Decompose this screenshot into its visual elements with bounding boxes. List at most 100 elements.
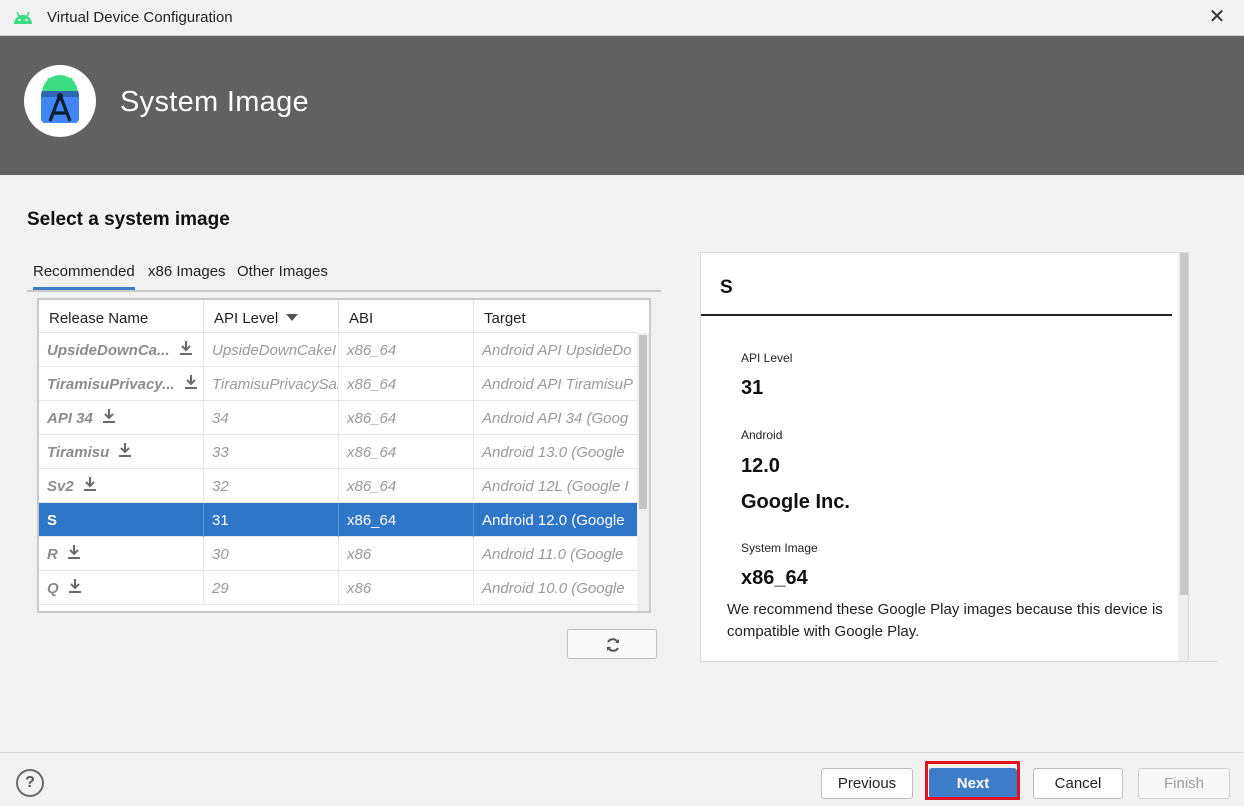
- recommendation-text: We recommend these Google Play images be…: [727, 601, 1163, 640]
- abi-cell: x86: [339, 537, 474, 571]
- table-row[interactable]: Sv2 32 x86_64 Android 12L (Google I: [39, 469, 637, 503]
- image-details-panel: S API Level 31 Android 12.0 Google Inc. …: [700, 252, 1189, 662]
- release-name-cell: Q: [39, 571, 204, 605]
- target-cell: Android API UpsideDo: [482, 342, 632, 359]
- android-icon: [14, 11, 32, 24]
- cancel-button[interactable]: Cancel: [1033, 768, 1123, 799]
- abi-cell: x86_64: [339, 333, 474, 367]
- finish-button[interactable]: Finish: [1138, 768, 1230, 799]
- table-row[interactable]: Q 29 x86 Android 10.0 (Google: [39, 571, 637, 605]
- release-name: Sv2: [47, 478, 74, 495]
- system-image-value: x86_64: [741, 567, 808, 589]
- api-level-cell: 29: [204, 571, 339, 605]
- release-name: API 34: [47, 410, 93, 427]
- tab-other-images[interactable]: Other Images: [237, 263, 328, 280]
- help-icon[interactable]: ?: [16, 769, 44, 797]
- close-icon[interactable]: ✕: [1204, 5, 1230, 31]
- release-name-cell: UpsideDownCa...: [39, 333, 204, 367]
- table-row[interactable]: API 34 34 x86_64 Android API 34 (Goog: [39, 401, 637, 435]
- target-cell: Android API 34 (Goog: [482, 410, 629, 427]
- abi-cell: x86_64: [339, 503, 474, 537]
- android-version-value: 12.0: [741, 455, 780, 477]
- header-banner: System Image: [0, 36, 1244, 175]
- system-image-label: System Image: [741, 541, 818, 555]
- column-api-level-label: API Level: [214, 310, 279, 327]
- details-bottom-divider: [727, 661, 1217, 662]
- release-name: Tiramisu: [47, 444, 110, 461]
- api-level-cell: 33: [204, 435, 339, 469]
- column-release-name-label: Release Name: [49, 310, 149, 327]
- api-level-value: 31: [741, 377, 764, 399]
- details-title: S: [720, 277, 733, 298]
- release-name: Q: [47, 580, 59, 597]
- abi-cell: x86: [339, 571, 474, 605]
- window-titlebar: Virtual Device Configuration ✕: [0, 0, 1244, 36]
- release-name: UpsideDownCa...: [47, 342, 170, 359]
- next-button[interactable]: Next: [929, 768, 1017, 799]
- download-icon[interactable]: [67, 578, 83, 594]
- table-row[interactable]: Tiramisu 33 x86_64 Android 13.0 (Google: [39, 435, 637, 469]
- target-cell: Android 11.0 (Google: [482, 546, 624, 563]
- refresh-icon: [607, 638, 619, 652]
- abi-cell: x86_64: [339, 469, 474, 503]
- download-icon[interactable]: [101, 408, 117, 424]
- download-icon[interactable]: [117, 442, 133, 458]
- release-name-cell: Tiramisu: [39, 435, 204, 469]
- abi-cell: x86_64: [339, 401, 474, 435]
- abi-cell: x86_64: [339, 435, 474, 469]
- android-label: Android: [741, 428, 783, 442]
- target-cell: Android 12.0 (Google: [482, 512, 625, 529]
- release-name: S: [47, 512, 58, 529]
- column-target-label: Target: [484, 310, 526, 327]
- table-row-selected[interactable]: S 31 x86_64 Android 12.0 (Google: [39, 503, 637, 537]
- section-title: Select a system image: [27, 209, 230, 230]
- previous-button[interactable]: Previous: [821, 768, 913, 799]
- download-icon[interactable]: [178, 340, 194, 356]
- window-title: Virtual Device Configuration: [47, 9, 233, 26]
- column-abi[interactable]: ABI: [339, 300, 474, 333]
- table-row[interactable]: R 30 x86 Android 11.0 (Google: [39, 537, 637, 571]
- android-studio-logo: [24, 65, 96, 137]
- abi-cell: x86_64: [339, 367, 474, 401]
- release-name-cell: API 34: [39, 401, 204, 435]
- download-icon[interactable]: [66, 544, 82, 560]
- refresh-button[interactable]: [567, 629, 657, 659]
- details-scrollbar[interactable]: [1178, 253, 1188, 661]
- api-level-cell: 34: [204, 401, 339, 435]
- page-heading: System Image: [120, 86, 309, 118]
- release-name-cell: R: [39, 537, 204, 571]
- download-icon[interactable]: [82, 476, 98, 492]
- target-cell: Android 12L (Google I: [482, 478, 629, 495]
- download-icon[interactable]: [183, 374, 199, 390]
- column-abi-label: ABI: [349, 310, 374, 327]
- table-header: Release Name API Level ABI Target: [39, 300, 637, 333]
- table-row[interactable]: TiramisuPrivacy... TiramisuPrivacySar x8…: [39, 367, 637, 401]
- api-level-label: API Level: [741, 351, 793, 365]
- column-release-name[interactable]: Release Name: [39, 300, 204, 333]
- column-api-level[interactable]: API Level: [204, 300, 339, 333]
- column-target[interactable]: Target: [474, 300, 637, 333]
- target-cell: Android 13.0 (Google: [482, 444, 625, 461]
- vendor-value: Google Inc.: [741, 491, 850, 513]
- api-level-cell: UpsideDownCakeI: [204, 333, 339, 367]
- system-image-table: Release Name API Level ABI Target Upside…: [37, 298, 651, 613]
- sort-descending-icon: [286, 314, 299, 321]
- target-cell: Android 10.0 (Google: [482, 580, 625, 597]
- image-tabs: Recommended x86 Images Other Images: [27, 258, 661, 292]
- release-name: TiramisuPrivacy...: [47, 376, 175, 393]
- api-level-cell: 31: [204, 503, 339, 537]
- release-name-cell: TiramisuPrivacy...: [39, 367, 204, 401]
- table-scrollbar-thumb[interactable]: [639, 335, 647, 509]
- api-level-cell: TiramisuPrivacySar: [204, 367, 339, 401]
- table-row[interactable]: UpsideDownCa... UpsideDownCakeI x86_64 A…: [39, 333, 637, 367]
- tab-x86-images[interactable]: x86 Images: [148, 263, 226, 280]
- tab-recommended[interactable]: Recommended: [33, 263, 135, 290]
- release-name: R: [47, 546, 58, 563]
- details-scrollbar-thumb[interactable]: [1180, 253, 1188, 595]
- release-name-cell: S: [39, 503, 204, 537]
- target-cell: Android API TiramisuP: [482, 376, 634, 393]
- api-level-cell: 30: [204, 537, 339, 571]
- dialog-footer: ? Previous Next Cancel Finish: [0, 752, 1244, 806]
- table-scrollbar[interactable]: [637, 333, 649, 611]
- release-name-cell: Sv2: [39, 469, 204, 503]
